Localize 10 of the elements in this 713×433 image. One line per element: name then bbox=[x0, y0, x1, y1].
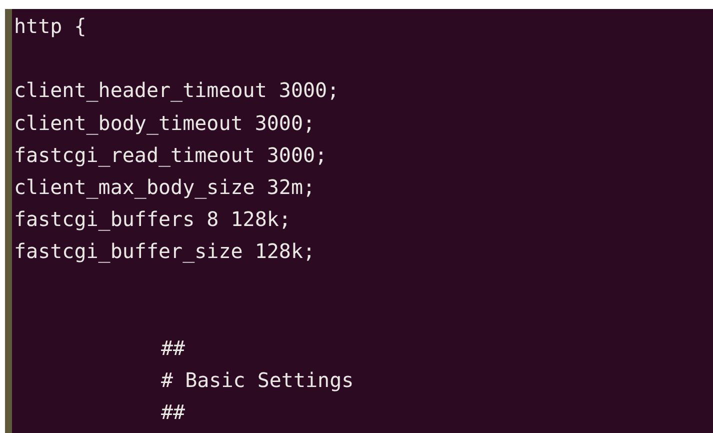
code-line: http { bbox=[14, 14, 86, 38]
code-line: fastcgi_buffer_size 128k; bbox=[14, 239, 316, 264]
code-line: client_header_timeout 3000; bbox=[14, 78, 340, 102]
code-line: client_body_timeout 3000; bbox=[14, 110, 316, 135]
code-line: # Basic Settings bbox=[161, 368, 354, 392]
code-line: fastcgi_read_timeout 3000; bbox=[14, 142, 328, 167]
code-line: ## bbox=[161, 336, 186, 360]
code-line: ## bbox=[161, 400, 186, 424]
code-line: fastcgi_buffers 8 128k; bbox=[14, 207, 291, 232]
code-line: client_max_body_size 32m; bbox=[14, 174, 316, 199]
